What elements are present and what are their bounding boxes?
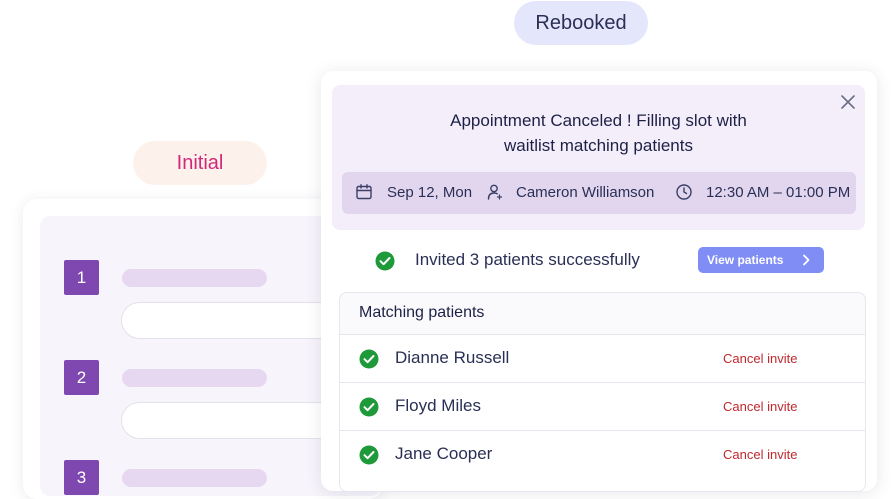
- check-circle-icon: [375, 251, 395, 271]
- cancel-invite-link[interactable]: Cancel invite: [723, 399, 797, 414]
- row-divider: [340, 382, 865, 383]
- appointment-patient: Cameron Williamson: [516, 184, 655, 201]
- appointment-date: Sep 12, Mon: [387, 184, 473, 201]
- check-circle-icon: [359, 445, 379, 465]
- step-number-1: 1: [64, 260, 99, 295]
- rebooked-label: Rebooked: [514, 1, 648, 45]
- invite-success-message: Invited 3 patients successfully: [415, 250, 640, 269]
- table-title: Matching patients: [359, 304, 485, 321]
- patient-name: Jane Cooper: [395, 444, 493, 463]
- check-circle-icon: [359, 349, 379, 369]
- step-placeholder-bar: [122, 369, 267, 387]
- step-number-3: 3: [64, 460, 99, 495]
- calendar-icon: [356, 184, 372, 200]
- step-number-2: 2: [64, 360, 99, 395]
- appointment-time: 12:30 AM – 01:00 PM: [706, 184, 851, 201]
- step-placeholder-bar: [122, 469, 267, 487]
- user-icon: [487, 184, 503, 200]
- chevron-right-icon: [803, 254, 810, 266]
- check-circle-icon: [359, 397, 379, 417]
- step-input[interactable]: [121, 302, 351, 339]
- view-patients-label: View patients: [707, 253, 784, 267]
- step-input[interactable]: [121, 402, 351, 439]
- cancel-invite-link[interactable]: Cancel invite: [723, 447, 797, 462]
- alert-title-line-1: Appointment Canceled ! Filling slot with: [450, 111, 747, 130]
- clock-icon: [676, 184, 692, 200]
- step-placeholder-bar: [122, 269, 267, 287]
- alert-title: Appointment Canceled ! Filling slot with…: [332, 108, 865, 158]
- row-divider: [340, 430, 865, 431]
- patient-name: Floyd Miles: [395, 396, 481, 415]
- initial-label: Initial: [133, 141, 267, 185]
- alert-title-line-2: waitlist matching patients: [504, 136, 693, 155]
- patient-name: Dianne Russell: [395, 348, 510, 367]
- cancel-invite-link[interactable]: Cancel invite: [723, 351, 797, 366]
- view-patients-button[interactable]: View patients: [698, 247, 824, 273]
